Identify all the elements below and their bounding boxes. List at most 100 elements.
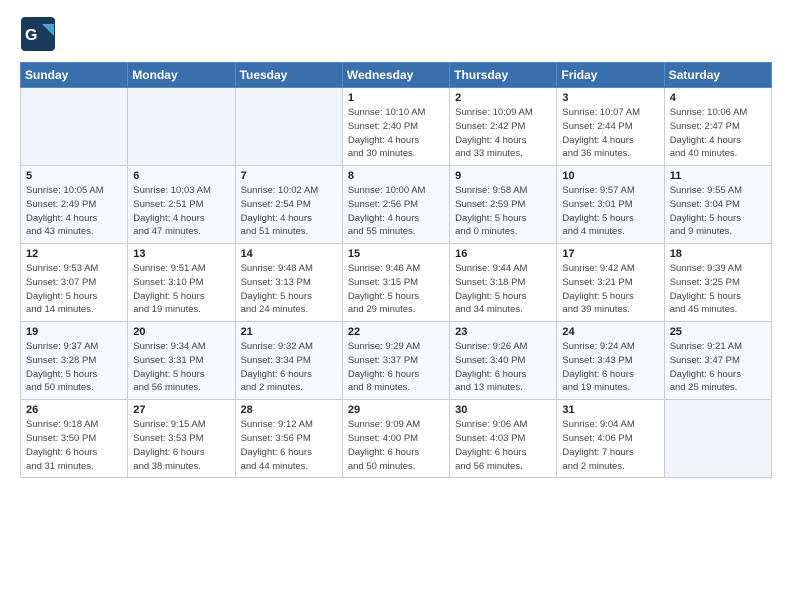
day-cell: 2 Sunrise: 10:09 AMSunset: 2:42 PMDayligh… [450,88,557,166]
day-cell: 25 Sunrise: 9:21 AMSunset: 3:47 PMDayligh… [664,322,771,400]
day-number: 21 [241,326,337,338]
day-cell: 19 Sunrise: 9:37 AMSunset: 3:28 PMDayligh… [21,322,128,400]
day-cell: 20Sunrise: 9:34 AMSunset: 3:31 PMDayligh… [128,322,235,400]
day-detail: Sunrise: 9:06 AMSunset: 4:03 PMDaylight:… [455,418,551,473]
day-number: 19 [26,326,122,338]
day-number: 9 [455,170,551,182]
weekday-header-monday: Monday [128,63,235,88]
day-cell: 18 Sunrise: 9:39 AMSunset: 3:25 PMDayligh… [664,244,771,322]
day-cell: 1 Sunrise: 10:10 AMSunset: 2:40 PMDayligh… [342,88,449,166]
day-number: 26 [26,404,122,416]
weekday-header-row: SundayMondayTuesdayWednesdayThursdayFrid… [21,63,772,88]
day-cell: 22Sunrise: 9:29 AMSunset: 3:37 PMDayligh… [342,322,449,400]
day-cell: 15 Sunrise: 9:46 AMSunset: 3:15 PMDayligh… [342,244,449,322]
day-detail: Sunrise: 10:02 AMSunset: 2:54 PMDaylight… [241,184,337,239]
day-number: 17 [562,248,658,260]
logo-icon: G [20,16,56,52]
day-detail: Sunrise: 10:09 AMSunset: 2:42 PMDaylight… [455,106,551,161]
weekday-header-friday: Friday [557,63,664,88]
day-detail: Sunrise: 9:58 AMSunset: 2:59 PMDaylight:… [455,184,551,239]
logo: G [20,16,58,52]
day-number: 2 [455,92,551,104]
day-detail: Sunrise: 9:42 AMSunset: 3:21 PMDaylight:… [562,262,658,317]
day-detail: Sunrise: 9:53 AMSunset: 3:07 PMDaylight:… [26,262,122,317]
day-detail: Sunrise: 9:21 AMSunset: 3:47 PMDaylight:… [670,340,766,395]
day-cell [128,88,235,166]
day-cell: 27Sunrise: 9:15 AMSunset: 3:53 PMDayligh… [128,400,235,478]
day-number: 3 [562,92,658,104]
day-number: 14 [241,248,337,260]
day-cell: 10Sunrise: 9:57 AMSunset: 3:01 PMDayligh… [557,166,664,244]
day-number: 15 [348,248,444,260]
day-detail: Sunrise: 9:37 AMSunset: 3:28 PMDaylight:… [26,340,122,395]
day-detail: Sunrise: 9:09 AMSunset: 4:00 PMDaylight:… [348,418,444,473]
week-row-1: 1 Sunrise: 10:10 AMSunset: 2:40 PMDayligh… [21,88,772,166]
day-detail: Sunrise: 9:24 AMSunset: 3:43 PMDaylight:… [562,340,658,395]
svg-text:G: G [25,27,37,44]
day-cell: 29 Sunrise: 9:09 AMSunset: 4:00 PMDayligh… [342,400,449,478]
weekday-header-thursday: Thursday [450,63,557,88]
day-cell: 9 Sunrise: 9:58 AMSunset: 2:59 PMDaylight… [450,166,557,244]
week-row-4: 19 Sunrise: 9:37 AMSunset: 3:28 PMDayligh… [21,322,772,400]
header: G [20,16,772,52]
day-detail: Sunrise: 9:29 AMSunset: 3:37 PMDaylight:… [348,340,444,395]
day-number: 28 [241,404,337,416]
day-number: 29 [348,404,444,416]
day-cell: 12 Sunrise: 9:53 AMSunset: 3:07 PMDayligh… [21,244,128,322]
day-cell: 13 Sunrise: 9:51 AMSunset: 3:10 PMDayligh… [128,244,235,322]
day-detail: Sunrise: 9:12 AMSunset: 3:56 PMDaylight:… [241,418,337,473]
day-cell: 3Sunrise: 10:07 AMSunset: 2:44 PMDayligh… [557,88,664,166]
week-row-2: 5 Sunrise: 10:05 AMSunset: 2:49 PMDayligh… [21,166,772,244]
day-number: 11 [670,170,766,182]
day-detail: Sunrise: 10:03 AMSunset: 2:51 PMDaylight… [133,184,229,239]
day-number: 10 [562,170,658,182]
day-detail: Sunrise: 10:06 AMSunset: 2:47 PMDaylight… [670,106,766,161]
day-number: 25 [670,326,766,338]
day-cell: 26 Sunrise: 9:18 AMSunset: 3:50 PMDayligh… [21,400,128,478]
day-detail: Sunrise: 9:46 AMSunset: 3:15 PMDaylight:… [348,262,444,317]
day-detail: Sunrise: 9:48 AMSunset: 3:13 PMDaylight:… [241,262,337,317]
day-number: 5 [26,170,122,182]
day-number: 18 [670,248,766,260]
day-detail: Sunrise: 9:04 AMSunset: 4:06 PMDaylight:… [562,418,658,473]
day-cell: 16 Sunrise: 9:44 AMSunset: 3:18 PMDayligh… [450,244,557,322]
day-cell: 6Sunrise: 10:03 AMSunset: 2:51 PMDayligh… [128,166,235,244]
week-row-5: 26 Sunrise: 9:18 AMSunset: 3:50 PMDayligh… [21,400,772,478]
day-number: 30 [455,404,551,416]
day-detail: Sunrise: 9:44 AMSunset: 3:18 PMDaylight:… [455,262,551,317]
day-cell: 30 Sunrise: 9:06 AMSunset: 4:03 PMDayligh… [450,400,557,478]
day-number: 24 [562,326,658,338]
day-number: 12 [26,248,122,260]
day-number: 13 [133,248,229,260]
day-cell: 31Sunrise: 9:04 AMSunset: 4:06 PMDayligh… [557,400,664,478]
weekday-header-sunday: Sunday [21,63,128,88]
day-cell [235,88,342,166]
day-cell: 5 Sunrise: 10:05 AMSunset: 2:49 PMDayligh… [21,166,128,244]
day-cell [21,88,128,166]
day-number: 20 [133,326,229,338]
day-detail: Sunrise: 10:10 AMSunset: 2:40 PMDaylight… [348,106,444,161]
weekday-header-wednesday: Wednesday [342,63,449,88]
day-detail: Sunrise: 9:15 AMSunset: 3:53 PMDaylight:… [133,418,229,473]
day-number: 8 [348,170,444,182]
day-number: 4 [670,92,766,104]
day-detail: Sunrise: 10:05 AMSunset: 2:49 PMDaylight… [26,184,122,239]
day-detail: Sunrise: 10:00 AMSunset: 2:56 PMDaylight… [348,184,444,239]
day-number: 16 [455,248,551,260]
day-cell: 11 Sunrise: 9:55 AMSunset: 3:04 PMDayligh… [664,166,771,244]
day-number: 1 [348,92,444,104]
weekday-header-tuesday: Tuesday [235,63,342,88]
day-cell: 17 Sunrise: 9:42 AMSunset: 3:21 PMDayligh… [557,244,664,322]
day-number: 7 [241,170,337,182]
day-cell: 14 Sunrise: 9:48 AMSunset: 3:13 PMDayligh… [235,244,342,322]
day-cell: 24 Sunrise: 9:24 AMSunset: 3:43 PMDayligh… [557,322,664,400]
day-number: 23 [455,326,551,338]
day-cell [664,400,771,478]
day-detail: Sunrise: 9:55 AMSunset: 3:04 PMDaylight:… [670,184,766,239]
day-detail: Sunrise: 9:39 AMSunset: 3:25 PMDaylight:… [670,262,766,317]
day-cell: 8 Sunrise: 10:00 AMSunset: 2:56 PMDayligh… [342,166,449,244]
day-detail: Sunrise: 9:51 AMSunset: 3:10 PMDaylight:… [133,262,229,317]
day-cell: 7 Sunrise: 10:02 AMSunset: 2:54 PMDayligh… [235,166,342,244]
week-row-3: 12 Sunrise: 9:53 AMSunset: 3:07 PMDayligh… [21,244,772,322]
day-detail: Sunrise: 9:18 AMSunset: 3:50 PMDaylight:… [26,418,122,473]
